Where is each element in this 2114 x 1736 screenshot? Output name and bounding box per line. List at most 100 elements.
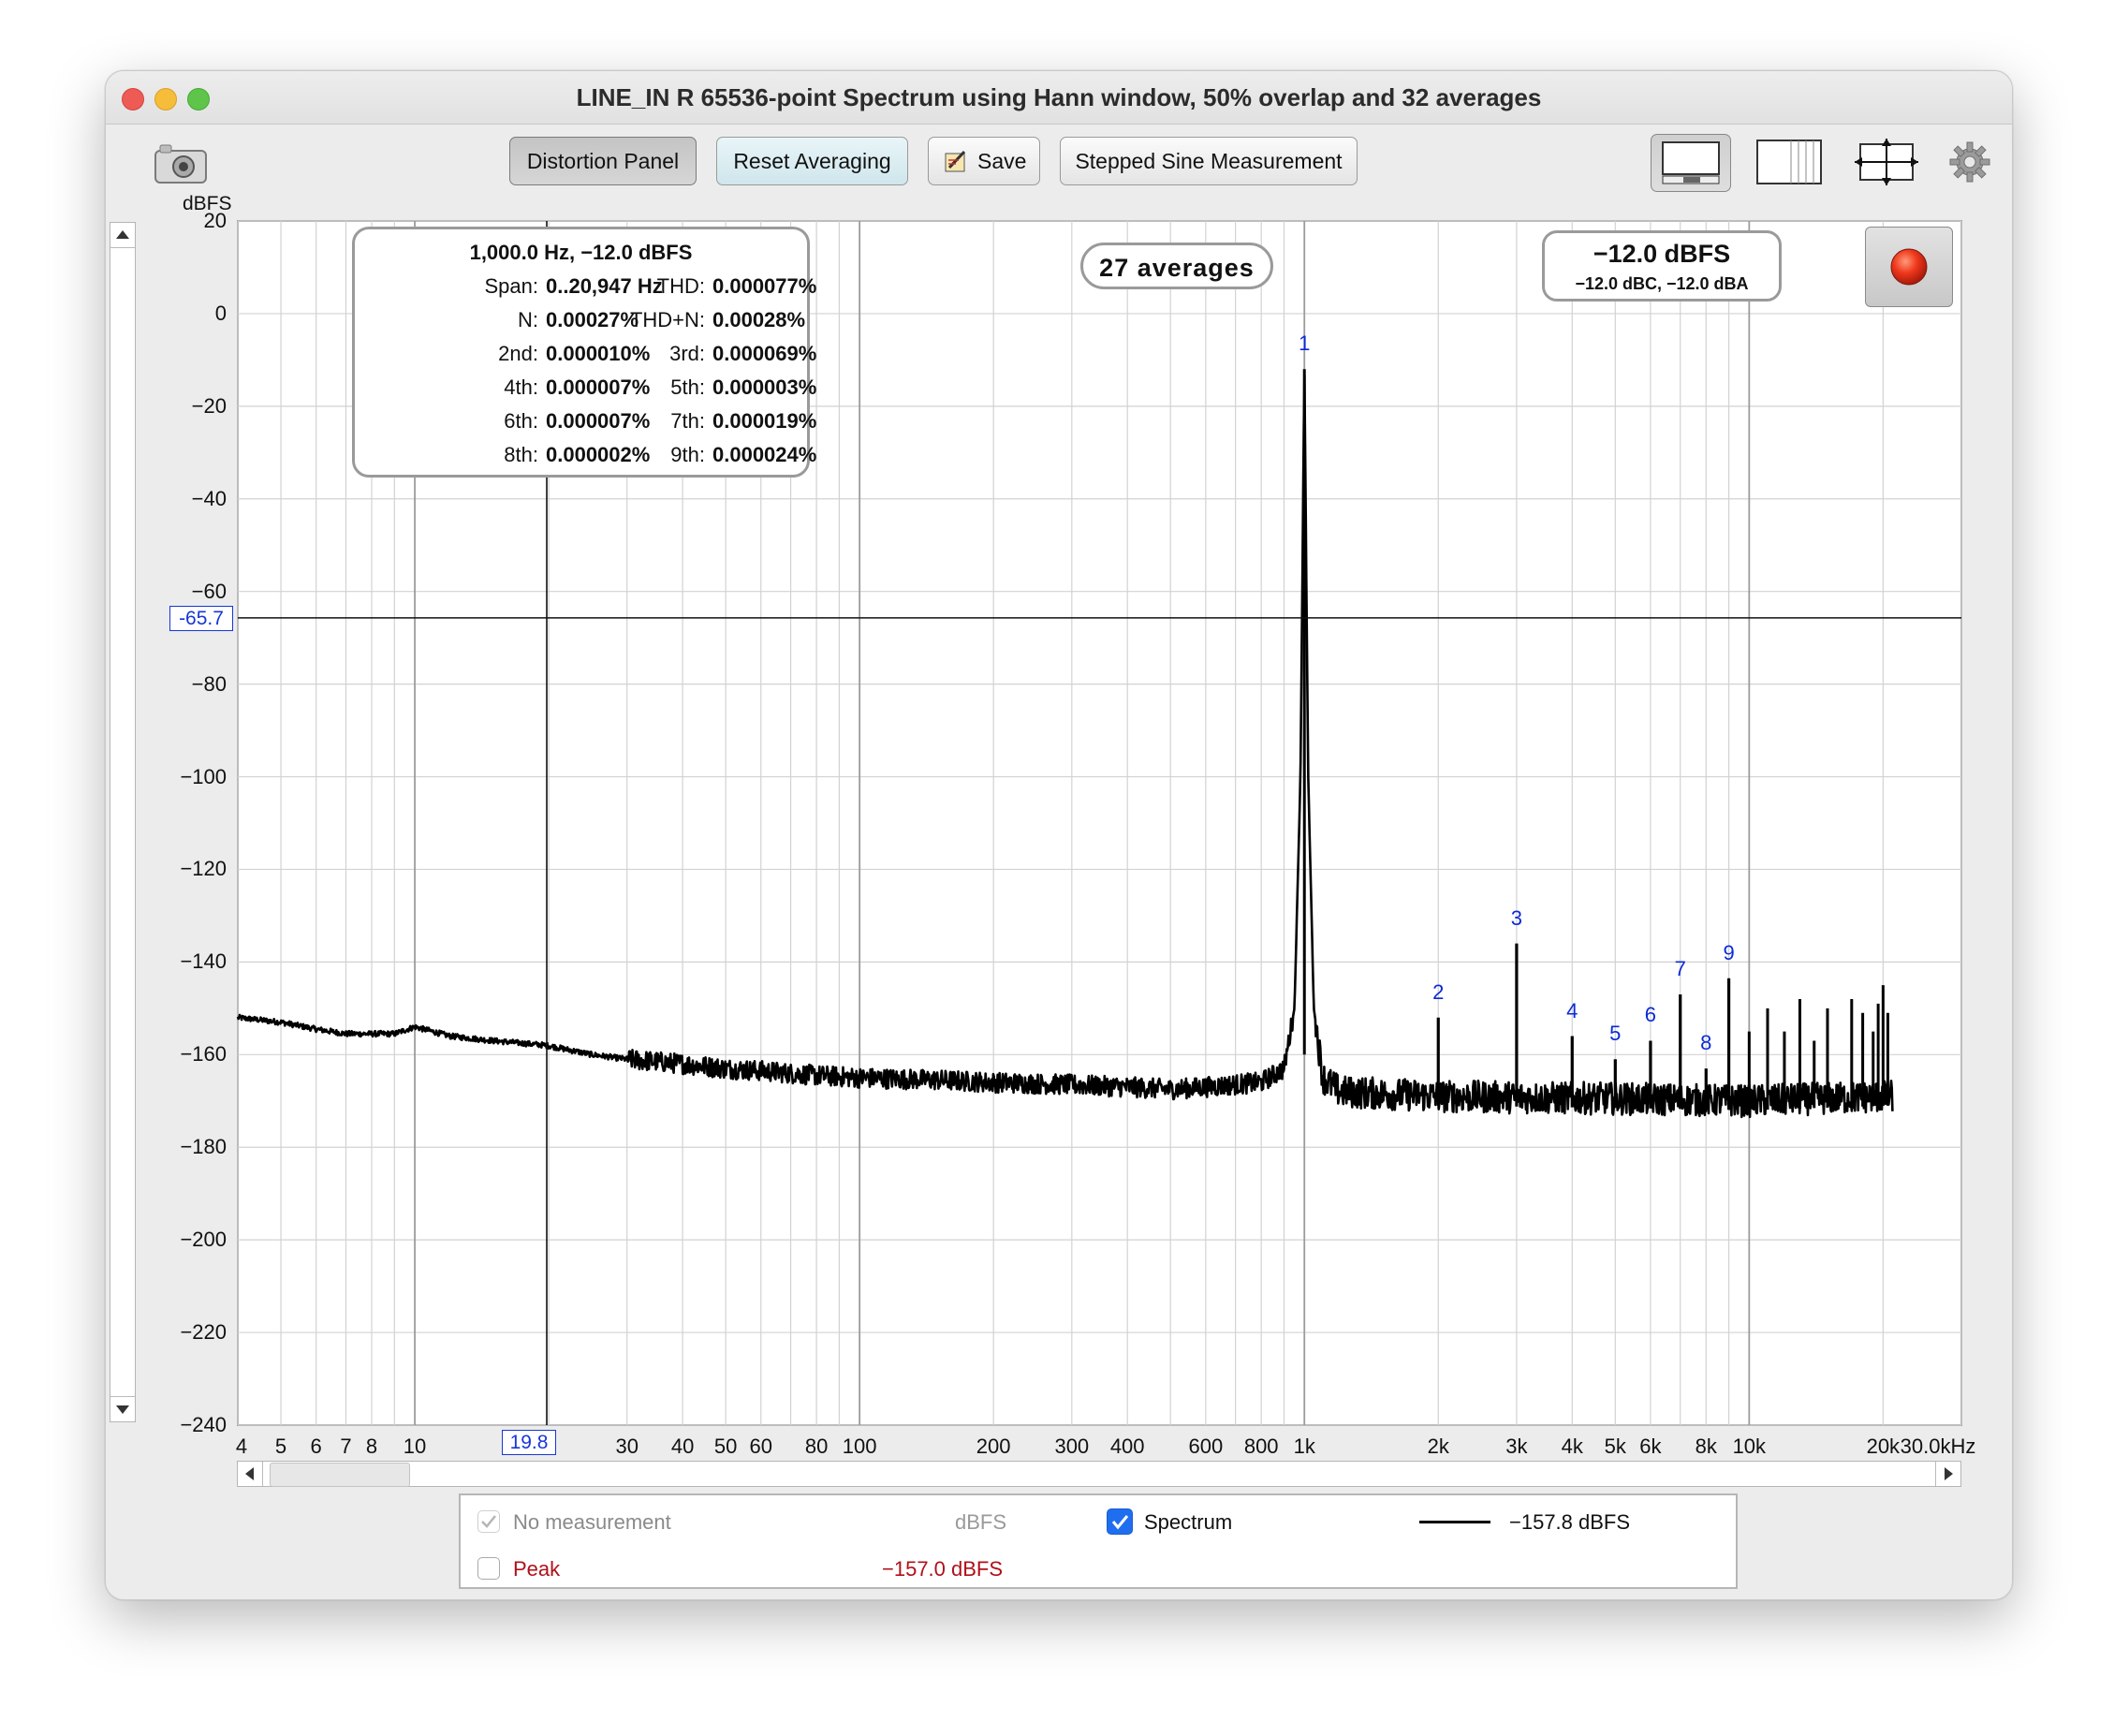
info-key: 4th: (504, 375, 538, 399)
y-tick-label: −120 (180, 857, 227, 881)
averages-badge: 27 averages (1080, 243, 1273, 289)
x-tick-label: 6k (1639, 1434, 1662, 1458)
info-value: 0.00028% (712, 308, 806, 331)
x-tick-label: 40 (670, 1434, 695, 1458)
x-tick-label: 5k (1604, 1434, 1626, 1458)
x-tick-label: 80 (804, 1434, 829, 1458)
y-tick-label: −80 (191, 671, 227, 696)
spectrum-line-swatch (1419, 1521, 1490, 1523)
harmonic-label: 2 (1432, 979, 1445, 1004)
y-tick-label: −20 (191, 393, 227, 418)
legend-panel: No measurement dBFS Spectrum −157.8 dBFS… (459, 1493, 1738, 1589)
level-main: −12.0 dBFS (1593, 240, 1731, 268)
harmonic-label: 3 (1510, 905, 1523, 930)
x-tick-label: 400 (1109, 1434, 1145, 1458)
x-tick-label: 8 (365, 1434, 378, 1458)
x-tick-label: 600 (1188, 1434, 1224, 1458)
info-key: N: (518, 308, 538, 331)
averages-text: 27 averages (1099, 254, 1255, 282)
info-key: 5th: (670, 375, 705, 399)
info-value: 0..20,947 Hz (546, 274, 663, 298)
x-tick-label: 50 (713, 1434, 738, 1458)
info-key: 2nd: (498, 342, 538, 365)
harmonic-label: 5 (1609, 1022, 1622, 1046)
x-tick-label: 800 (1243, 1434, 1279, 1458)
level-readout-panel: −12.0 dBFS −12.0 dBC, −12.0 dBA (1542, 230, 1782, 302)
spectrum-checkbox[interactable] (1107, 1508, 1133, 1535)
x-tick-label: 200 (976, 1434, 1011, 1458)
x-tick-label: 30 (615, 1434, 639, 1458)
harmonic-label: 1 (1299, 331, 1311, 356)
cursor-y-readout: -65.7 (169, 606, 233, 631)
info-key: THD: (656, 274, 705, 298)
record-icon (1890, 248, 1928, 286)
cursor-x-readout: 19.8 (502, 1430, 556, 1455)
peak-value: −157.0 dBFS (882, 1557, 1004, 1581)
y-tick-label: −60 (191, 579, 227, 603)
y-tick-label: −140 (180, 949, 227, 974)
x-tick-label: 3k (1505, 1434, 1528, 1458)
info-value: 0.000010% (546, 342, 651, 365)
no-measurement-label: No measurement (513, 1510, 671, 1534)
y-tick-label: 20 (203, 209, 227, 232)
y-tick-label: −240 (180, 1413, 227, 1436)
y-tick-label: −160 (180, 1042, 227, 1067)
info-value: 0.000019% (712, 409, 817, 433)
x-tick-label: 60 (749, 1434, 772, 1458)
x-tick-label: 1k (1293, 1434, 1315, 1458)
x-tick-label: 10 (403, 1434, 427, 1458)
x-tick-label: 10k (1732, 1434, 1767, 1458)
y-tick-label: −180 (180, 1135, 227, 1159)
x-tick-label: 30.0kHz (1900, 1434, 1976, 1458)
info-key: 9th: (670, 443, 705, 466)
info-key: 7th: (670, 409, 705, 433)
no-measurement-unit: dBFS (955, 1510, 1007, 1534)
info-value: 0.000007% (546, 409, 651, 433)
scroll-thumb[interactable] (270, 1463, 410, 1487)
record-button[interactable] (1865, 227, 1953, 307)
harmonic-label: 9 (1723, 940, 1735, 964)
x-tick-label: 4 (235, 1434, 248, 1458)
no-measurement-checkbox[interactable] (477, 1510, 500, 1533)
x-tick-label: 6 (310, 1434, 322, 1458)
distortion-info-panel: 1,000.0 Hz, −12.0 dBFS Span: 0..20,947 Hz… (352, 227, 816, 478)
info-key: 6th: (504, 409, 538, 433)
x-tick-label: 4k (1561, 1434, 1583, 1458)
y-tick-label: −220 (180, 1320, 227, 1345)
peak-label: Peak (513, 1557, 561, 1581)
x-tick-label: 7 (340, 1434, 352, 1458)
info-header: 1,000.0 Hz, −12.0 dBFS (469, 241, 693, 264)
harmonic-label: 8 (1700, 1031, 1712, 1055)
spectrum-legend-label: Spectrum (1144, 1510, 1233, 1534)
x-tick-label: 100 (842, 1434, 877, 1458)
harmonic-label: 4 (1566, 998, 1578, 1022)
y-tick-label: −40 (191, 486, 227, 510)
x-tick-label: 8k (1695, 1434, 1717, 1458)
info-key: Span: (484, 274, 539, 298)
level-sub: −12.0 dBC, −12.0 dBA (1575, 274, 1749, 293)
y-tick-label: 0 (214, 301, 227, 325)
info-value: 0.000069% (712, 342, 817, 365)
y-tick-label: −200 (180, 1228, 227, 1252)
harmonic-label: 6 (1644, 1003, 1657, 1027)
harmonic-label: 7 (1674, 957, 1686, 980)
x-tick-label: 5 (274, 1434, 287, 1458)
scroll-left-button[interactable] (238, 1462, 263, 1486)
info-key: THD+N: (629, 308, 705, 331)
info-key: 8th: (504, 443, 538, 466)
info-value: 0.000077% (712, 274, 817, 298)
info-value: 0.000024% (712, 443, 817, 466)
info-key: 3rd: (669, 342, 705, 365)
info-value: 0.00027% (546, 308, 639, 331)
x-tick-label: 20k (1866, 1434, 1901, 1458)
y-tick-label: −100 (180, 764, 227, 788)
info-value: 0.000003% (712, 375, 817, 399)
scroll-right-button[interactable] (1935, 1462, 1960, 1486)
peak-checkbox[interactable] (477, 1557, 500, 1580)
info-value: 0.000002% (546, 443, 651, 466)
horizontal-scrollbar[interactable] (237, 1461, 1961, 1487)
spectrum-legend-value: −157.8 dBFS (1509, 1510, 1631, 1534)
info-value: 0.000007% (546, 375, 651, 399)
x-tick-label: 300 (1054, 1434, 1090, 1458)
x-tick-label: 2k (1427, 1434, 1449, 1458)
